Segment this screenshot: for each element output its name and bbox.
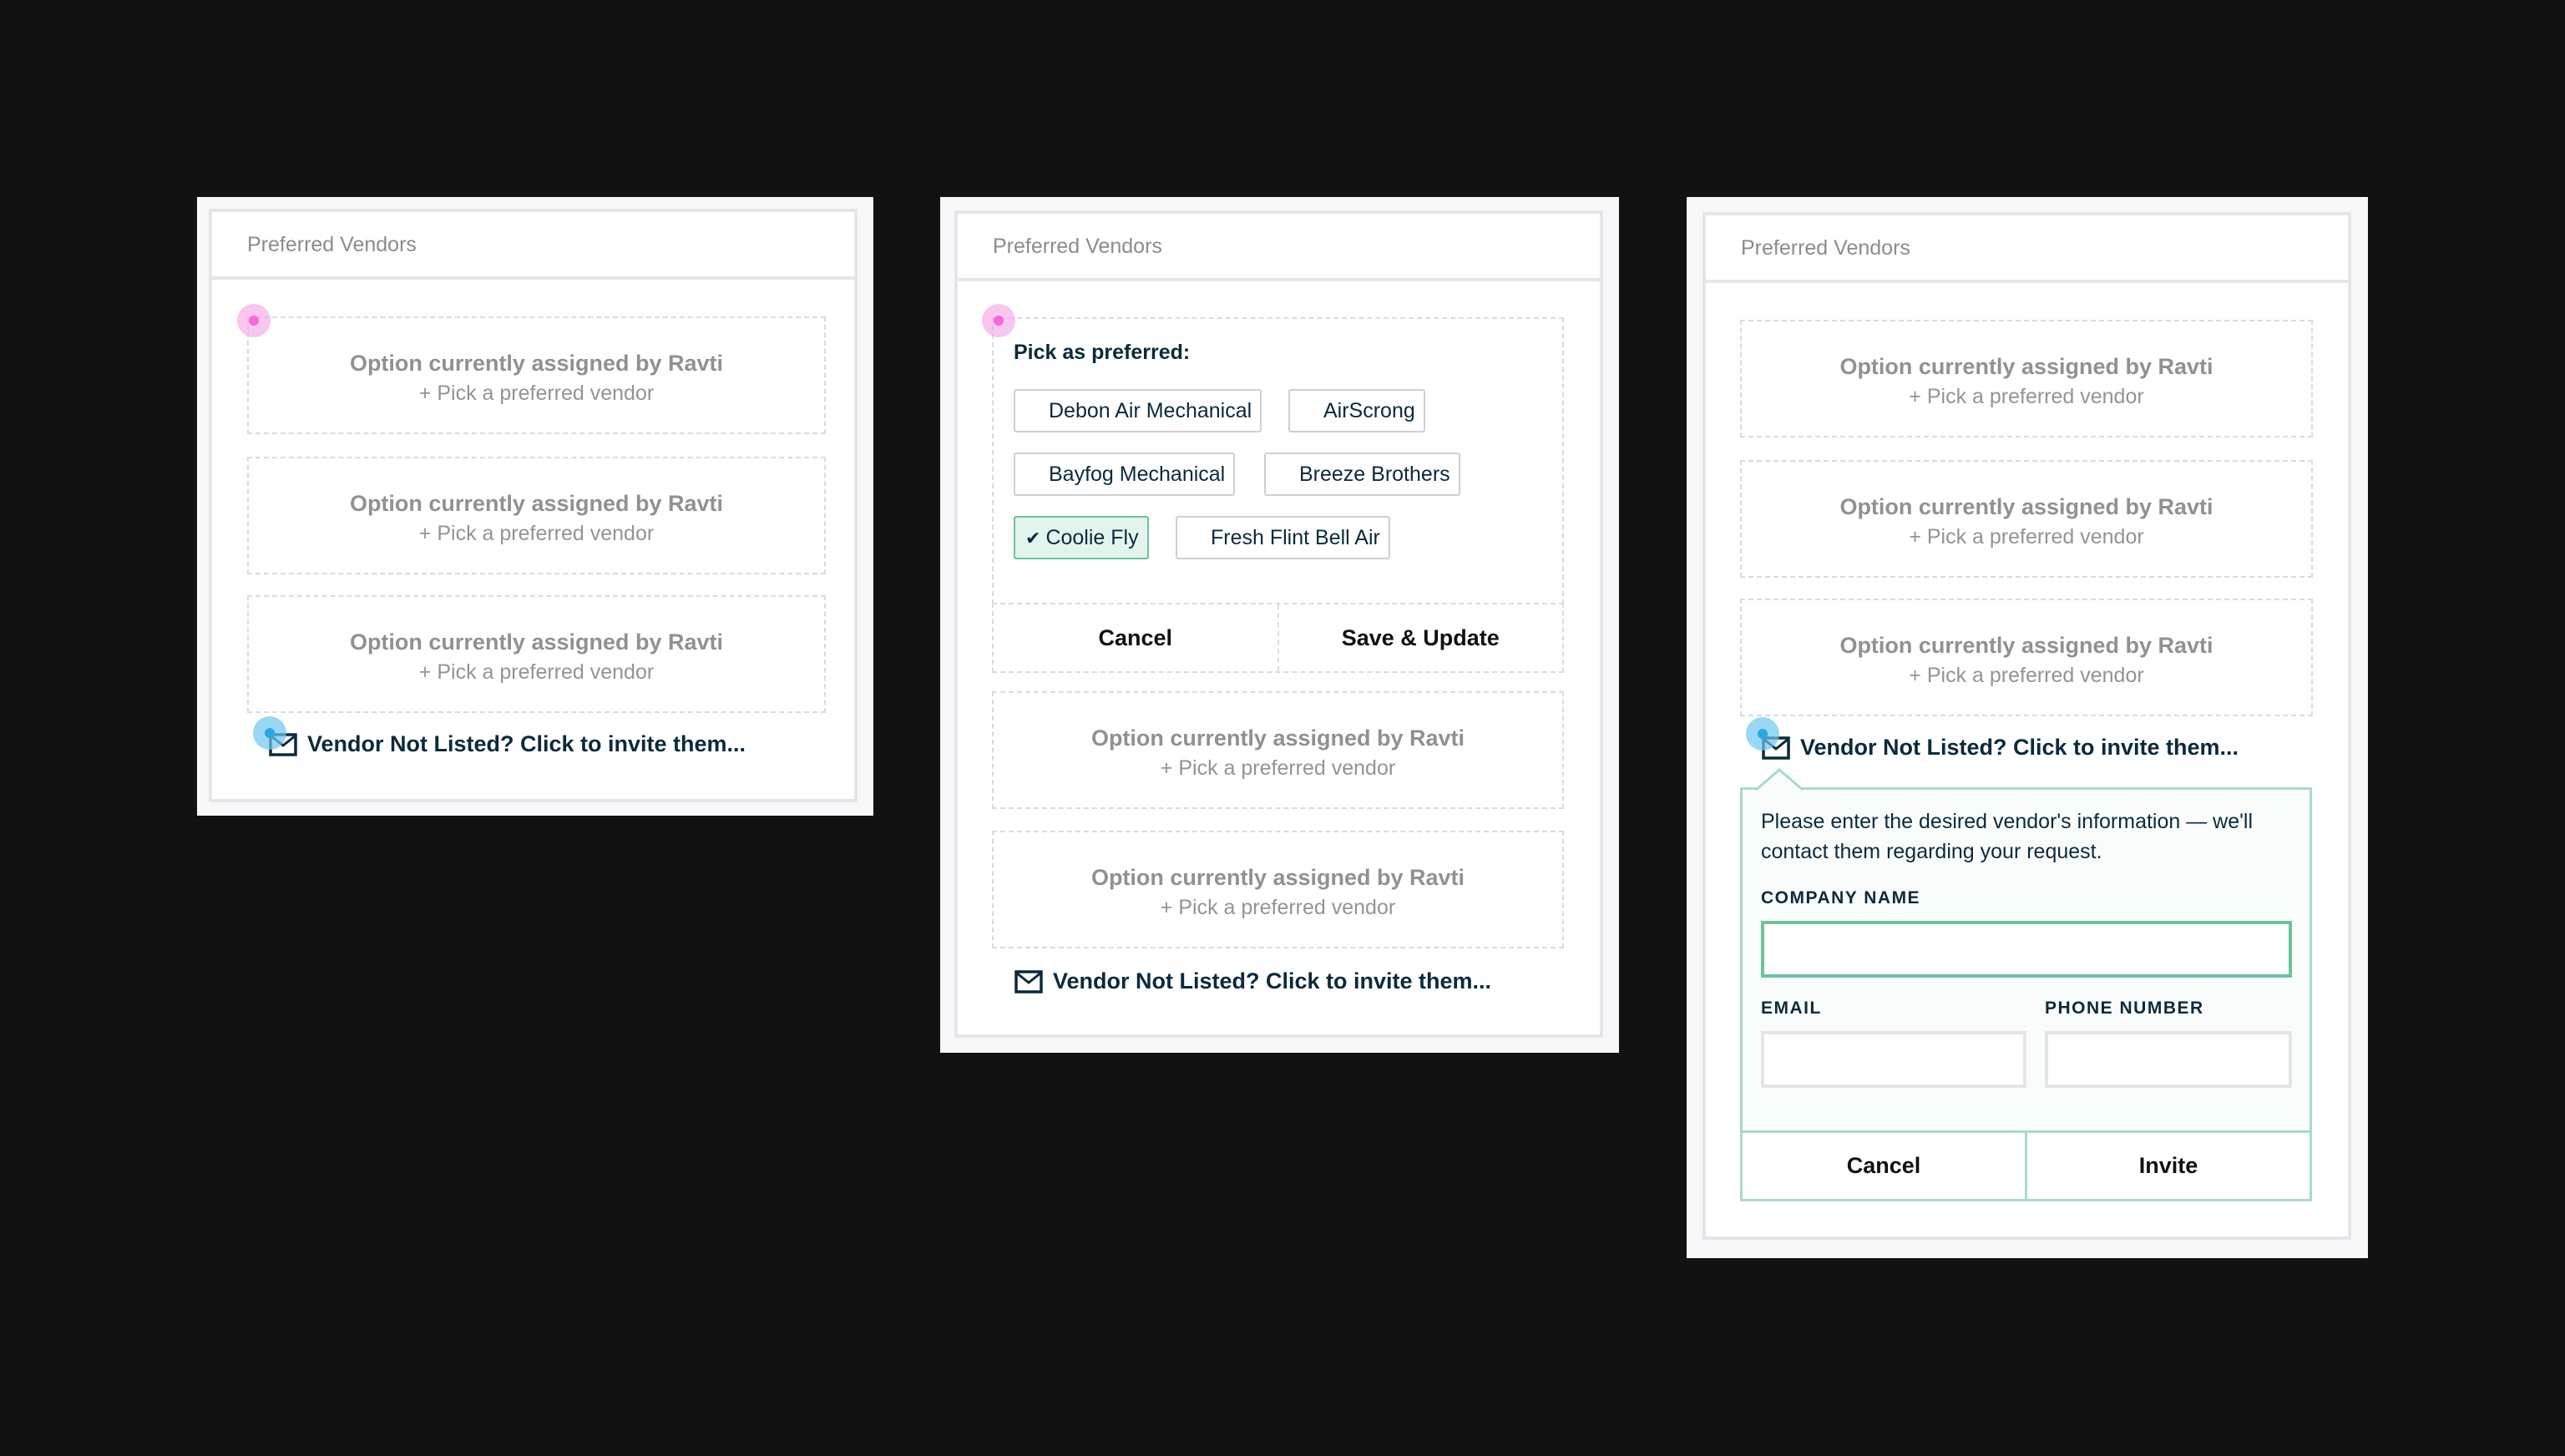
pick-vendor-link[interactable]: + Pick a preferred vendor [1742,660,2311,690]
touch-indicator-icon [1746,717,1779,751]
company-name-label: COMPANY NAME [1761,888,1921,907]
invite-vendor-link[interactable]: Vendor Not Listed? Click to invite them.… [1762,735,2239,761]
vendor-chip-label: Bayfog Mechanical [1049,463,1226,486]
vendor-slot[interactable]: Option currently assigned by Ravti + Pic… [247,595,826,713]
slot-assigned-text: Option currently assigned by Ravti [1839,633,2213,658]
vendor-chip-label: Breeze Brothers [1299,463,1450,486]
email-label: EMAIL [1761,998,1822,1018]
invite-button[interactable]: Invite [2025,1133,2310,1199]
pick-vendor-link[interactable]: + Pick a preferred vendor [1742,382,2311,412]
vendor-slot[interactable]: Option currently assigned by Ravti + Pic… [247,316,826,434]
vendor-slot[interactable]: Option currently assigned by Ravti + Pic… [1740,460,2313,578]
card-title: Preferred Vendors [958,214,1600,281]
slot-assigned-text: Option currently assigned by Ravti [349,351,724,376]
slot-assigned-text: Option currently assigned by Ravti [1090,725,1465,751]
slot-assigned-text: Option currently assigned by Ravti [1839,354,2213,379]
vendor-chip-selected[interactable]: ✔ Coolie Fly [1014,516,1149,559]
phone-number-label: PHONE NUMBER [2045,998,2204,1018]
mail-icon [1014,969,1043,993]
picker-title: Pick as preferred: [1014,341,1191,364]
touch-indicator-icon [982,304,1015,337]
touch-indicator-icon [253,716,286,750]
card-title: Preferred Vendors [212,212,854,280]
invite-vendor-form: Please enter the desired vendor's inform… [1740,768,2312,1201]
vendor-chip[interactable]: Debon Air Mechanical [1014,389,1262,432]
vendor-slot[interactable]: Option currently assigned by Ravti + Pic… [992,691,1564,809]
touch-indicator-icon [237,304,271,337]
vendor-slot[interactable]: Option currently assigned by Ravti + Pic… [992,831,1564,948]
email-input[interactable] [1761,1031,2026,1088]
checkmark-icon: ✔ [1025,528,1041,549]
vendor-chip[interactable]: Bayfog Mechanical [1014,452,1236,496]
slot-assigned-text: Option currently assigned by Ravti [1839,494,2213,519]
slot-assigned-text: Option currently assigned by Ravti [1090,865,1465,890]
invite-link-label: Vendor Not Listed? Click to invite them.… [1800,735,2239,760]
invite-vendor-link[interactable]: Vendor Not Listed? Click to invite them.… [269,731,746,757]
pick-vendor-link[interactable]: + Pick a preferred vendor [994,892,1562,923]
card-title: Preferred Vendors [1706,215,2348,283]
vendor-chip[interactable]: Breeze Brothers [1264,452,1460,496]
vendor-chip-label: Coolie Fly [1045,526,1139,549]
vendor-slot[interactable]: Option currently assigned by Ravti + Pic… [1740,320,2313,437]
pick-vendor-link[interactable]: + Pick a preferred vendor [1742,522,2311,552]
invite-link-label: Vendor Not Listed? Click to invite them.… [1053,968,1492,993]
vendor-chip[interactable]: Fresh Flint Bell Air [1176,516,1390,559]
vendor-chip[interactable]: AirScrong [1288,389,1425,432]
cancel-button[interactable]: Cancel [994,604,1277,671]
vendor-picker: Pick as preferred: Debon Air Mechanical … [992,317,1564,604]
vendor-slot[interactable]: Option currently assigned by Ravti + Pic… [1740,599,2313,716]
pick-vendor-link[interactable]: + Pick a preferred vendor [994,753,1562,783]
company-name-input[interactable] [1761,921,2292,978]
invite-vendor-link[interactable]: Vendor Not Listed? Click to invite them.… [1014,968,1491,994]
picker-actions: Cancel Save & Update [992,603,1564,673]
phone-number-input[interactable] [2045,1031,2292,1088]
invite-description: Please enter the desired vendor's inform… [1761,810,2254,863]
vendor-chip-label: AirScrong [1323,399,1415,422]
vendor-slot[interactable]: Option currently assigned by Ravti + Pic… [247,457,826,574]
vendor-chip-label: Fresh Flint Bell Air [1211,526,1380,549]
pick-vendor-link[interactable]: + Pick a preferred vendor [249,518,824,549]
slot-assigned-text: Option currently assigned by Ravti [349,491,724,516]
slot-assigned-text: Option currently assigned by Ravti [349,629,724,655]
pick-vendor-link[interactable]: + Pick a preferred vendor [249,378,824,408]
cancel-button[interactable]: Cancel [1743,1133,2025,1199]
popover-caret [1755,768,1804,791]
vendor-chip-label: Debon Air Mechanical [1049,399,1252,422]
pick-vendor-link[interactable]: + Pick a preferred vendor [249,657,824,687]
invite-link-label: Vendor Not Listed? Click to invite them.… [307,731,746,756]
save-update-button[interactable]: Save & Update [1277,604,1562,671]
invite-form-actions: Cancel Invite [1743,1130,2310,1199]
